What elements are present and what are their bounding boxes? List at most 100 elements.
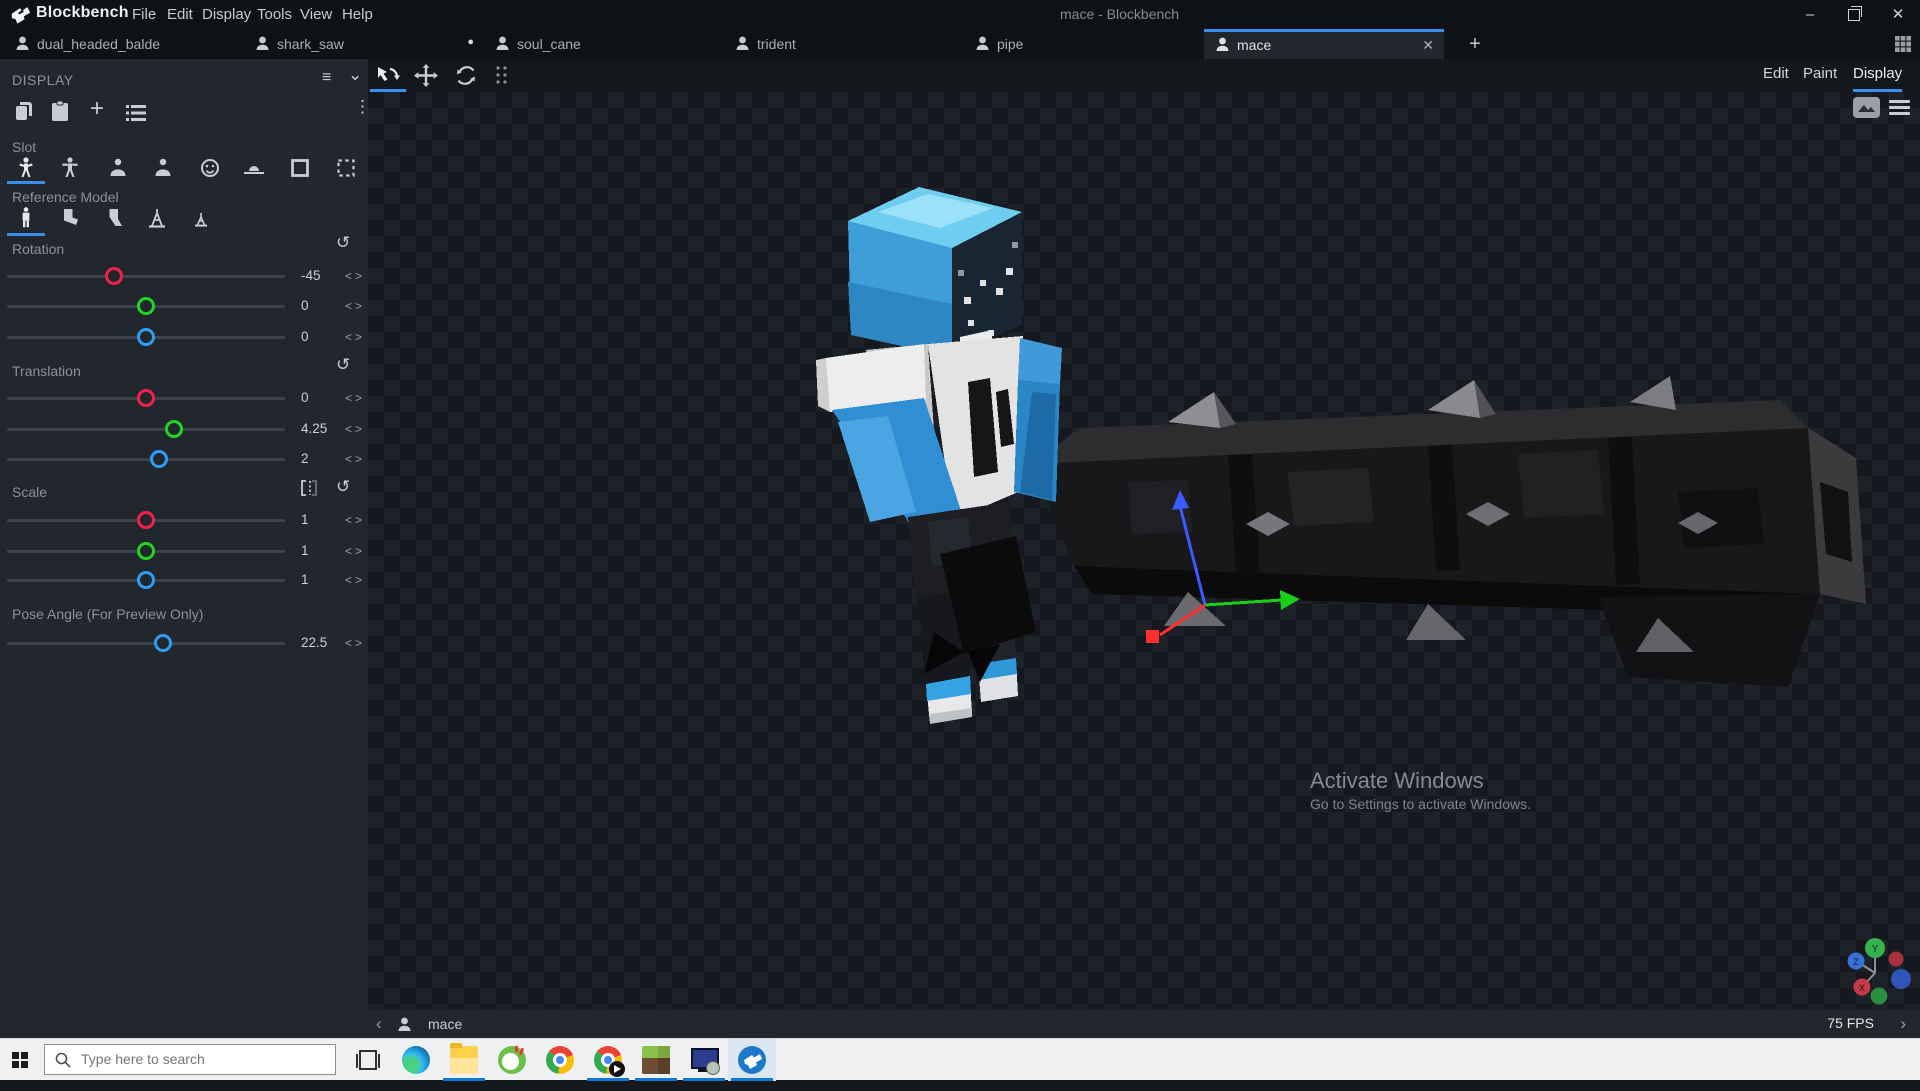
menu-file[interactable]: File bbox=[132, 6, 156, 23]
slot-firstperson-right-icon[interactable] bbox=[106, 156, 130, 180]
panel-menu-icon[interactable]: ≡ bbox=[322, 69, 331, 87]
slider-track[interactable] bbox=[7, 642, 285, 645]
rotation-z-value[interactable]: 0 bbox=[301, 329, 309, 344]
maximize-button[interactable] bbox=[1832, 0, 1876, 29]
paste-icon[interactable] bbox=[48, 99, 72, 123]
refmodel-armorstand-small-icon[interactable] bbox=[189, 206, 213, 230]
menu-display[interactable]: Display bbox=[202, 6, 251, 23]
pose-angle-value[interactable]: 22.5 bbox=[301, 635, 327, 650]
panel-collapse-chevron-icon[interactable]: ⌄ bbox=[348, 65, 362, 85]
scale-x-value[interactable]: 1 bbox=[301, 512, 309, 527]
stepper-arrows[interactable]: <> bbox=[345, 573, 365, 587]
close-tab-icon[interactable]: ✕ bbox=[1422, 37, 1434, 54]
stepper-arrows[interactable]: <> bbox=[345, 299, 365, 313]
format-grid-icon[interactable] bbox=[1894, 35, 1912, 53]
translation-z-value[interactable]: 2 bbox=[301, 451, 309, 466]
menu-tools[interactable]: Tools bbox=[257, 6, 292, 23]
taskbar-coccoc[interactable] bbox=[488, 1039, 536, 1081]
project-tab-mace-active[interactable]: mace ✕ bbox=[1204, 29, 1444, 59]
slot-firstperson-left-icon[interactable] bbox=[151, 156, 175, 180]
scale-x-knob[interactable] bbox=[137, 511, 155, 529]
minimize-button[interactable]: – bbox=[1788, 0, 1832, 29]
list-icon[interactable] bbox=[124, 101, 148, 125]
refmodel-arm-left-icon[interactable] bbox=[101, 206, 125, 230]
status-prev-chevron-icon[interactable]: ‹ bbox=[376, 1014, 382, 1034]
taskbar-search[interactable] bbox=[44, 1044, 336, 1075]
sync-icon[interactable] bbox=[452, 63, 480, 88]
rotation-y-value[interactable]: 0 bbox=[301, 298, 309, 313]
slot-thirdperson-right-icon[interactable] bbox=[14, 156, 38, 180]
taskbar-file-explorer[interactable] bbox=[440, 1039, 488, 1081]
project-tab-dual-headed-balde[interactable]: dual_headed_balde bbox=[4, 29, 244, 59]
menu-view[interactable]: View bbox=[300, 6, 332, 23]
pivot-tool-icon[interactable] bbox=[374, 63, 402, 88]
slider-track[interactable] bbox=[7, 275, 285, 278]
scale-z-knob[interactable] bbox=[137, 571, 155, 589]
scale-reset-icon[interactable]: ↻ bbox=[336, 477, 350, 497]
slot-gui-icon[interactable] bbox=[334, 156, 358, 180]
scale-y-value[interactable]: 1 bbox=[301, 543, 309, 558]
menu-help[interactable]: Help bbox=[342, 6, 373, 23]
toolbar-drag-handle-icon[interactable] bbox=[488, 63, 516, 88]
taskbar-system-app[interactable] bbox=[680, 1039, 728, 1081]
slot-ground-icon[interactable] bbox=[242, 156, 266, 180]
stepper-arrows[interactable]: <> bbox=[345, 269, 365, 283]
project-tab-pipe[interactable]: pipe bbox=[964, 29, 1204, 59]
scale-y-knob[interactable] bbox=[137, 542, 155, 560]
scale-z-value[interactable]: 1 bbox=[301, 572, 309, 587]
translation-reset-icon[interactable]: ↻ bbox=[336, 355, 350, 375]
translation-z-knob[interactable] bbox=[150, 450, 168, 468]
screenshot-button[interactable] bbox=[1853, 97, 1880, 118]
status-next-chevron-icon[interactable]: › bbox=[1900, 1014, 1906, 1034]
taskbar-blockbench[interactable] bbox=[728, 1039, 776, 1081]
translation-y-knob[interactable] bbox=[165, 420, 183, 438]
rotation-x-value[interactable]: -45 bbox=[301, 268, 321, 283]
stepper-arrows[interactable]: <> bbox=[345, 330, 365, 344]
tab-edit[interactable]: Edit bbox=[1763, 59, 1789, 89]
translation-y-value[interactable]: 4.25 bbox=[301, 421, 327, 436]
tab-paint[interactable]: Paint bbox=[1803, 59, 1837, 89]
stepper-arrows[interactable]: <> bbox=[345, 422, 365, 436]
slot-fixed-frame-icon[interactable] bbox=[288, 156, 312, 180]
slot-thirdperson-left-icon[interactable] bbox=[58, 156, 82, 180]
slider-track[interactable] bbox=[7, 428, 285, 431]
pose-angle-knob[interactable] bbox=[154, 634, 172, 652]
stepper-arrows[interactable]: <> bbox=[345, 391, 365, 405]
refmodel-player-icon[interactable] bbox=[14, 206, 38, 230]
close-window-button[interactable]: ✕ bbox=[1876, 0, 1920, 29]
menu-edit[interactable]: Edit bbox=[167, 6, 193, 23]
project-tab-soul-cane[interactable]: soul_cane bbox=[484, 29, 724, 59]
tab-display[interactable]: Display bbox=[1853, 59, 1902, 92]
new-tab-button[interactable]: + bbox=[1462, 31, 1488, 57]
refmodel-arm-right-icon[interactable] bbox=[57, 206, 81, 230]
project-tab-trident[interactable]: trident bbox=[724, 29, 964, 59]
rotation-z-knob[interactable] bbox=[137, 328, 155, 346]
scale-mirror-icon[interactable] bbox=[299, 478, 319, 498]
refmodel-armorstand-icon[interactable] bbox=[145, 206, 169, 230]
rotation-x-knob[interactable] bbox=[105, 267, 123, 285]
project-tab-shark-saw[interactable]: shark_saw ● bbox=[244, 29, 484, 59]
search-input[interactable] bbox=[79, 1050, 323, 1068]
translation-x-value[interactable]: 0 bbox=[301, 390, 309, 405]
taskbar-chrome[interactable] bbox=[536, 1039, 584, 1081]
viewport-canvas[interactable]: Activate Windows Go to Settings to activ… bbox=[368, 92, 1920, 1010]
stepper-arrows[interactable]: <> bbox=[345, 513, 365, 527]
stepper-arrows[interactable]: <> bbox=[345, 544, 365, 558]
task-view-button[interactable] bbox=[344, 1039, 392, 1081]
translation-x-knob[interactable] bbox=[137, 389, 155, 407]
viewport-menu-icon[interactable] bbox=[1889, 100, 1910, 115]
taskbar-chrome-profile[interactable] bbox=[584, 1039, 632, 1081]
rotation-reset-icon[interactable]: ↻ bbox=[336, 233, 350, 253]
slot-head-icon[interactable] bbox=[198, 156, 222, 180]
move-tool-icon[interactable] bbox=[412, 63, 440, 88]
copy-icon[interactable] bbox=[12, 99, 36, 123]
stepper-arrows[interactable]: <> bbox=[345, 636, 365, 650]
rotation-y-knob[interactable] bbox=[137, 297, 155, 315]
taskbar-minecraft[interactable] bbox=[632, 1039, 680, 1081]
slider-track[interactable] bbox=[7, 458, 285, 461]
taskbar-edge[interactable] bbox=[392, 1039, 440, 1081]
add-icon[interactable]: + bbox=[90, 95, 104, 123]
view-orientation-gizmo[interactable]: Y Z X bbox=[1834, 932, 1914, 1010]
stepper-arrows[interactable]: <> bbox=[345, 452, 365, 466]
start-button[interactable] bbox=[12, 1052, 28, 1068]
